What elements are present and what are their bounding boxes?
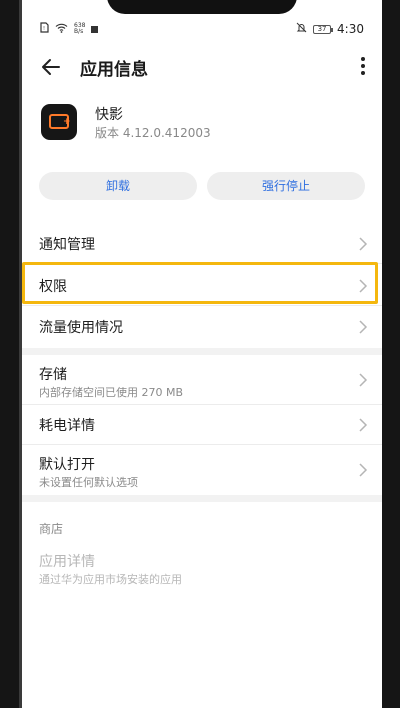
- app-details-title[interactable]: 应用详情: [39, 551, 95, 571]
- app-version: 版本 4.12.0.412003: [95, 126, 211, 140]
- battery-icon: 37: [313, 24, 334, 34]
- app-name: 快影: [95, 107, 123, 123]
- uninstall-button[interactable]: 卸载: [39, 172, 197, 200]
- camera-notch: [107, 0, 297, 14]
- battery-details-row[interactable]: 耗电详情: [22, 405, 382, 445]
- row-title: 默认打开: [39, 457, 95, 473]
- chevron-right-icon: [358, 278, 368, 294]
- network-speed-unit: B/s: [74, 28, 84, 35]
- data-usage-row[interactable]: 流量使用情况: [22, 306, 382, 348]
- section-divider: [22, 495, 382, 502]
- notification-management-row[interactable]: 通知管理: [22, 224, 382, 264]
- permissions-row[interactable]: 权限: [22, 264, 382, 306]
- settings-list: 通知管理 权限 流量使用情况 存储 内部存储空间已使用 270 MB 耗电详情 …: [22, 224, 382, 502]
- mute-icon: [296, 22, 307, 36]
- notification-square-icon: [91, 25, 99, 33]
- chevron-right-icon: [358, 417, 368, 433]
- row-subtitle: 内部存储空间已使用 270 MB: [39, 386, 184, 399]
- status-time: 4:30: [337, 22, 364, 36]
- row-title: 权限: [39, 279, 67, 295]
- battery-level: 37: [317, 24, 327, 33]
- kuaiying-app-icon: +: [41, 104, 77, 140]
- section-divider: [22, 348, 382, 355]
- sim-icon: !: [40, 22, 49, 36]
- status-bar: ! 638 B/s 37 4:30: [22, 18, 382, 40]
- more-options-icon[interactable]: [358, 54, 368, 80]
- row-title: 存储: [39, 367, 67, 383]
- force-stop-button[interactable]: 强行停止: [207, 172, 365, 200]
- app-bar: 应用信息: [22, 48, 382, 88]
- storage-row[interactable]: 存储 内部存储空间已使用 270 MB: [22, 355, 382, 405]
- chevron-right-icon: [358, 372, 368, 388]
- network-speed: 638 B/s: [74, 23, 85, 35]
- chevron-right-icon: [358, 462, 368, 478]
- row-title: 通知管理: [39, 237, 95, 253]
- row-subtitle: 未设置任何默认选项: [39, 476, 138, 489]
- phone-bezel-left: [0, 0, 22, 708]
- app-details-subtitle: 通过华为应用市场安装的应用: [39, 573, 182, 586]
- chevron-right-icon: [358, 236, 368, 252]
- default-open-row[interactable]: 默认打开 未设置任何默认选项: [22, 445, 382, 495]
- app-header: + 快影 版本 4.12.0.412003: [22, 104, 382, 144]
- back-arrow-icon[interactable]: [38, 54, 64, 80]
- svg-text:!: !: [43, 26, 45, 32]
- wifi-icon: [55, 23, 68, 36]
- phone-screen: ! 638 B/s 37 4:30 应用信息 + 快影 版本 4.12.0.41…: [22, 0, 382, 708]
- row-title: 耗电详情: [39, 418, 95, 434]
- store-section-label: 商店: [39, 522, 64, 536]
- page-title: 应用信息: [80, 60, 148, 80]
- chevron-right-icon: [358, 319, 368, 335]
- row-title: 流量使用情况: [39, 320, 123, 336]
